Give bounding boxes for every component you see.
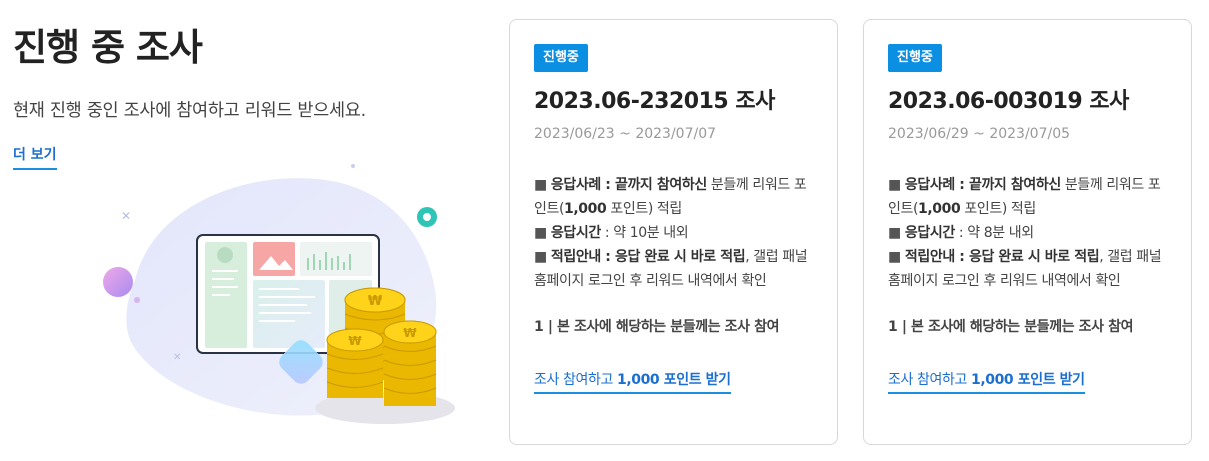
accrual-guide-line: ■ 적립안내 : 응답 완료 시 바로 적립, 갤럽 패널 홈페이지 로그인 후… [888,249,1162,289]
survey-target: 1 | 본 조사에 해당하는 분들께는 조사 참여 [534,319,780,335]
illustration-graphic: ✕ ✕ ₩ ₩ ₩ [103,164,455,424]
survey-period: 2023/06/23 ~ 2023/07/07 [534,126,717,142]
participate-link[interactable]: 조사 참여하고 1,000 포인트 받기 [534,369,731,394]
status-badge: 진행중 [534,44,588,72]
svg-text:₩: ₩ [368,294,383,309]
page-description: 현재 진행 중인 조사에 참여하고 리워드 받으세요. [13,101,366,121]
survey-illustration: ✕ ✕ ₩ ₩ ₩ [95,160,465,440]
response-reward-line: ■ 응답사례 : 끝까지 참여하신 분들께 리워드 포인트(1,000 포인트)… [534,177,807,217]
page-title: 진행 중 조사 [13,26,203,69]
participate-link[interactable]: 조사 참여하고 1,000 포인트 받기 [888,369,1085,394]
survey-target: 1 | 본 조사에 해당하는 분들께는 조사 참여 [888,319,1134,335]
survey-period: 2023/06/29 ~ 2023/07/05 [888,126,1071,142]
response-time-line: ■ 응답시간 : 약 10분 내외 [534,225,689,241]
survey-card: 진행중 2023.06-232015 조사 2023/06/23 ~ 2023/… [509,19,838,445]
more-link[interactable]: 더 보기 [13,144,57,170]
sparkle-orb [103,267,133,297]
response-reward-line: ■ 응답사례 : 끝까지 참여하신 분들께 리워드 포인트(1,000 포인트)… [888,177,1161,217]
survey-title: 2023.06-232015 조사 [534,89,775,114]
status-badge: 진행중 [888,44,942,72]
survey-info: ■ 응답사례 : 끝까지 참여하신 분들께 리워드 포인트(1,000 포인트)… [888,173,1167,293]
svg-text:₩: ₩ [348,334,362,348]
survey-title: 2023.06-003019 조사 [888,89,1129,114]
survey-card: 진행중 2023.06-003019 조사 2023/06/29 ~ 2023/… [863,19,1192,445]
accrual-guide-line: ■ 적립안내 : 응답 완료 시 바로 적립, 갤럽 패널 홈페이지 로그인 후… [534,249,808,289]
svg-text:✕: ✕ [173,352,181,363]
response-time-line: ■ 응답시간 : 약 8분 내외 [888,225,1034,241]
svg-text:✕: ✕ [121,209,131,223]
survey-info: ■ 응답사례 : 끝까지 참여하신 분들께 리워드 포인트(1,000 포인트)… [534,173,813,293]
svg-text:₩: ₩ [403,326,417,340]
